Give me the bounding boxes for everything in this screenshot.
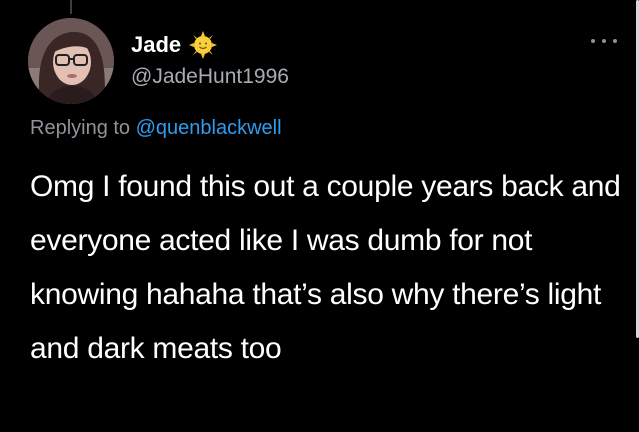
replying-to-label: Replying to [30,117,131,139]
tweet-text: Omg I found this out a couple years back… [30,170,621,365]
more-dot [602,39,606,43]
sun-emoji-icon [189,31,218,59]
thread-connector-line [70,0,72,14]
author-name-row: Jade [131,30,218,60]
replying-to-line: Replying to @quenblackwell [30,118,282,138]
more-options-icon[interactable] [591,36,617,46]
author-handle[interactable]: @JadeHunt1996 [131,66,289,87]
reply-mention-link[interactable]: @quenblackwell [136,117,282,139]
avatar-photo [28,18,114,104]
avatar[interactable] [28,18,114,104]
more-dot [591,39,595,43]
author-display-name[interactable]: Jade [131,34,181,56]
more-dot [613,39,617,43]
